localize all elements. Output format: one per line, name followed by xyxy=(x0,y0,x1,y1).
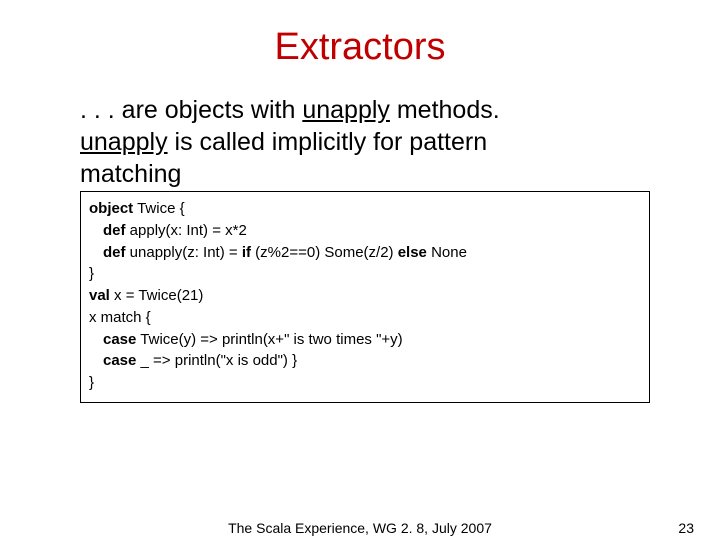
keyword-if: if xyxy=(242,244,251,261)
code-text: Twice { xyxy=(133,200,184,217)
slide: Extractors . . . are objects with unappl… xyxy=(0,0,720,540)
code-line: val x = Twice(21) xyxy=(89,285,641,307)
code-text: (z%2==0) Some(z/2) xyxy=(251,244,398,261)
keyword-case: case xyxy=(103,352,136,369)
text-fragment: is called implicitly for pattern xyxy=(168,128,488,156)
code-line: case Twice(y) => println(x+" is two time… xyxy=(89,329,641,351)
code-block: object Twice { def apply(x: Int) = x*2 d… xyxy=(80,191,650,403)
code-line: object Twice { xyxy=(89,198,641,220)
code-text: x = Twice(21) xyxy=(110,287,204,304)
code-text: _ => println("x is odd") } xyxy=(136,352,297,369)
code-line: x match { xyxy=(89,307,641,329)
code-line: } xyxy=(89,263,641,285)
code-line: } xyxy=(89,372,641,394)
code-text: unapply(z: Int) = xyxy=(126,244,242,261)
code-text: Twice(y) => println(x+" is two times "+y… xyxy=(136,331,402,348)
body-line-3: matching xyxy=(80,159,640,189)
code-text: None xyxy=(427,244,467,261)
keyword-case: case xyxy=(103,331,136,348)
page-number: 23 xyxy=(678,520,694,536)
underline-unapply: unapply xyxy=(302,96,390,124)
text-fragment: methods. xyxy=(390,96,500,124)
code-line: def apply(x: Int) = x*2 xyxy=(89,220,641,242)
footer-text: The Scala Experience, WG 2. 8, July 2007 xyxy=(228,520,492,536)
keyword-def: def xyxy=(103,222,126,239)
slide-title: Extractors xyxy=(60,26,660,69)
body-line-1: . . . are objects with unapply methods. xyxy=(80,95,640,125)
body-line-2: unapply is called implicitly for pattern xyxy=(80,127,640,157)
code-line: case _ => println("x is odd") } xyxy=(89,350,641,372)
underline-unapply: unapply xyxy=(80,128,168,156)
code-line: def unapply(z: Int) = if (z%2==0) Some(z… xyxy=(89,242,641,264)
text-fragment: . . . are objects with xyxy=(80,96,302,124)
keyword-object: object xyxy=(89,200,133,217)
keyword-else: else xyxy=(398,244,427,261)
keyword-val: val xyxy=(89,287,110,304)
code-text: apply(x: Int) = x*2 xyxy=(126,222,247,239)
keyword-def: def xyxy=(103,244,126,261)
